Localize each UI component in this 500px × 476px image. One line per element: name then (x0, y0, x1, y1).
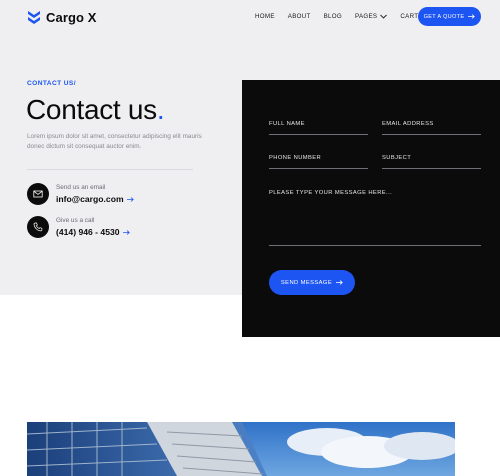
section-eyebrow: CONTACT US/ (27, 80, 76, 87)
chevron-down-icon (380, 14, 388, 19)
nav-about[interactable]: ABOUT (288, 13, 311, 20)
arrow-right-icon (336, 280, 343, 285)
email-link[interactable]: info@cargo.com (56, 194, 134, 204)
intro-text: Lorem ipsum dolor sit amet, consectetur … (27, 133, 202, 150)
send-message-label: SEND MESSAGE (280, 279, 333, 286)
get-a-quote-button[interactable]: GET A QUOTE (418, 7, 481, 26)
email-icon-circle (27, 183, 49, 205)
full-name-placeholder: FULL NAME (269, 121, 305, 127)
building-photo (27, 422, 455, 476)
contact-form: FULL NAME EMAIL ADDRESS PHONE NUMBER SUB… (242, 80, 500, 337)
nav-home[interactable]: HOME (255, 13, 275, 20)
email-field[interactable]: EMAIL ADDRESS (382, 121, 481, 135)
email-placeholder: EMAIL ADDRESS (382, 121, 434, 127)
chevron-stack-logo-icon (28, 11, 40, 24)
nav-blog[interactable]: BLOG (324, 13, 342, 20)
site-header: Cargo X HOME ABOUT BLOG PAGES CART (0) G… (0, 0, 500, 34)
envelope-icon (33, 190, 43, 198)
brand-logo[interactable]: Cargo X (27, 9, 97, 25)
page-title: Contact us. (26, 94, 165, 126)
subject-field[interactable]: SUBJECT (382, 155, 481, 169)
email-label: Send us an email (56, 184, 106, 191)
message-textarea[interactable]: PLEASE TYPE YOUR MESSAGE HERE... (269, 190, 481, 246)
arrow-right-icon (468, 14, 476, 19)
get-a-quote-label: GET A QUOTE (423, 13, 465, 20)
phone-icon-circle (27, 216, 49, 238)
send-message-button[interactable]: SEND MESSAGE (269, 270, 355, 295)
message-placeholder: PLEASE TYPE YOUR MESSAGE HERE... (269, 190, 393, 196)
main-nav: HOME ABOUT BLOG PAGES CART (0) (255, 13, 442, 20)
phone-field[interactable]: PHONE NUMBER (269, 155, 368, 169)
phone-icon (33, 222, 43, 232)
nav-pages[interactable]: PAGES (355, 13, 388, 20)
nav-blog-label: BLOG (323, 13, 342, 20)
brand-name: Cargo X (46, 9, 97, 25)
full-name-field[interactable]: FULL NAME (269, 121, 368, 135)
phone-label: Give us a call (56, 217, 95, 224)
subject-placeholder: SUBJECT (382, 155, 412, 161)
email-contact: Send us an email info@cargo.com (27, 183, 134, 205)
phone-contact: Give us a call (414) 946 - 4530 (27, 216, 130, 238)
phone-value: (414) 946 - 4530 (56, 227, 120, 237)
nav-pages-label: PAGES (355, 13, 378, 20)
phone-link[interactable]: (414) 946 - 4530 (56, 227, 130, 237)
nav-about-label: ABOUT (287, 13, 311, 20)
title-accent-dot: . (156, 94, 165, 125)
nav-home-label: HOME (255, 13, 275, 20)
arrow-right-icon (122, 229, 130, 235)
page-title-text: Contact us (26, 94, 157, 125)
building-illustration (27, 422, 455, 476)
arrow-right-icon (126, 196, 134, 202)
email-value: info@cargo.com (56, 194, 124, 204)
divider (27, 169, 193, 170)
phone-placeholder: PHONE NUMBER (269, 155, 322, 161)
